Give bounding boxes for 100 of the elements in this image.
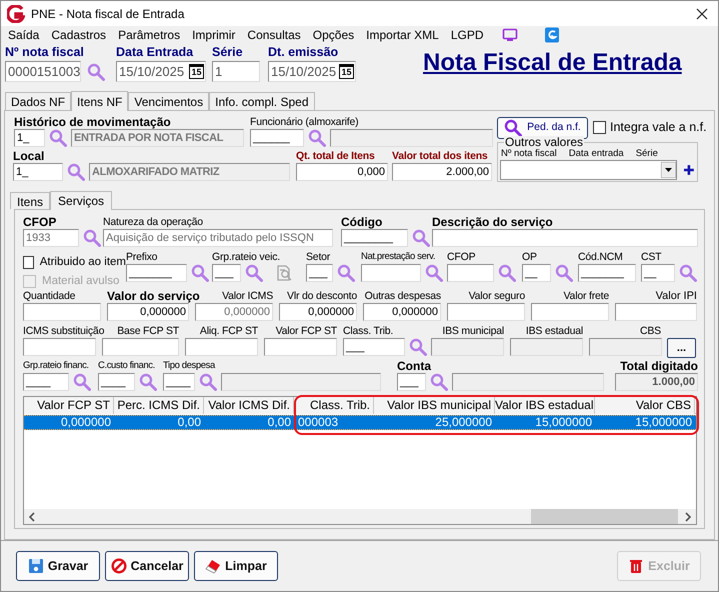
more-button[interactable]: ... [667, 338, 696, 358]
input-field[interactable]: ___ [397, 373, 426, 391]
menu-item[interactable]: Importar XML [366, 26, 439, 44]
input-field[interactable] [432, 229, 698, 247]
input-field[interactable]: 15/10/2025 15 [116, 61, 206, 82]
input-field[interactable]: ______ [250, 129, 304, 147]
input-field[interactable] [361, 264, 421, 282]
input-field[interactable] [447, 264, 494, 282]
input-field[interactable]: 15/10/2025 15 [268, 61, 356, 82]
input-field[interactable] [531, 303, 609, 321]
document-search-icon[interactable] [275, 264, 293, 282]
menu-item[interactable]: Cadastros [51, 26, 106, 44]
action-button[interactable]: Cancelar [105, 551, 189, 581]
column-label: Data entrada [568, 148, 624, 159]
input-field[interactable] [264, 338, 337, 356]
calendar-button[interactable]: 15 [339, 64, 354, 79]
menu-item[interactable]: Opções [312, 26, 354, 44]
input-field[interactable] [185, 338, 258, 356]
input-field[interactable]: 1_ [14, 129, 45, 147]
input-field[interactable]: 0,000 [296, 163, 388, 181]
search-icon[interactable] [430, 373, 448, 391]
readonly-field: 1.000,00 [615, 373, 698, 391]
column-header[interactable]: Valor IBS estadual [495, 397, 595, 414]
checkbox[interactable] [593, 120, 606, 134]
column-header[interactable]: Class. Trib. [294, 397, 374, 414]
input-field[interactable]: __ [522, 264, 551, 282]
search-icon[interactable] [245, 264, 263, 282]
close-icon[interactable] [695, 6, 709, 20]
field-label: CFOP [447, 250, 476, 264]
input-field[interactable] [102, 338, 179, 356]
tab[interactable]: Serviços [50, 191, 112, 210]
input-field[interactable] [447, 303, 525, 321]
action-button[interactable]: Limpar [194, 551, 278, 581]
dropdown-icon[interactable] [661, 162, 676, 178]
tab[interactable]: Itens NF [71, 91, 128, 111]
tab[interactable]: Vencimentos [128, 92, 210, 110]
input-field[interactable] [615, 303, 697, 321]
search-icon[interactable] [73, 373, 91, 391]
horizontal-scrollbar[interactable] [24, 509, 696, 524]
input-field[interactable]: ___ [343, 338, 405, 356]
dropdown-field[interactable] [500, 160, 678, 180]
search-icon[interactable] [49, 129, 67, 147]
search-icon[interactable] [139, 373, 157, 391]
app-logo-icon [7, 4, 25, 22]
search-icon[interactable] [555, 264, 573, 282]
input-field[interactable]: 1_ [13, 163, 63, 181]
menu-item[interactable]: Consultas [247, 26, 301, 44]
column-header[interactable]: Valor CBS [595, 397, 695, 414]
input-field[interactable]: 0,000000 [107, 303, 189, 321]
search-icon[interactable] [83, 229, 101, 247]
table-row[interactable]: 0,000000 0,00 0,00 000003 25,000000 15,000000 15,000000 [24, 415, 696, 430]
search-icon[interactable] [412, 229, 430, 247]
search-icon[interactable] [337, 264, 355, 282]
menu-item[interactable]: LGPD [450, 26, 484, 44]
field-label: Código [341, 215, 382, 229]
input-field[interactable]: 1933 [23, 229, 79, 247]
search-icon[interactable] [199, 373, 217, 391]
scrollbar-thumb[interactable] [531, 509, 678, 524]
add-icon[interactable] [683, 164, 695, 176]
input-field[interactable]: 1 [212, 61, 260, 82]
column-header[interactable]: Valor ICMS Dif. [204, 397, 294, 414]
input-field[interactable]: ____ [23, 373, 69, 391]
tab[interactable]: Itens [10, 192, 50, 209]
menu-item[interactable]: Saída [8, 26, 40, 44]
field-label: CST [641, 250, 662, 264]
input-field[interactable] [23, 338, 96, 356]
input-field[interactable]: Aquisição de serviço tributado pelo ISSQN [103, 229, 333, 247]
calendar-button[interactable]: 15 [189, 64, 204, 79]
menu-item[interactable]: Imprimir [192, 26, 236, 44]
input-field[interactable]: 0,000000 [195, 303, 273, 321]
input-field[interactable]: __ [641, 264, 675, 282]
column-header[interactable]: Valor FCP ST [24, 397, 114, 414]
input-field[interactable]: ____ [163, 373, 195, 391]
monitor-icon[interactable] [502, 28, 518, 42]
tab[interactable]: Info. compl. Sped [209, 92, 314, 110]
search-icon[interactable] [409, 338, 427, 356]
search-icon[interactable] [87, 62, 105, 80]
search-icon[interactable] [67, 163, 85, 181]
search-icon[interactable] [308, 129, 326, 147]
menu-item[interactable]: Parâmetros [118, 26, 180, 44]
column-header[interactable]: Valor IBS municipal [374, 397, 495, 414]
input-field[interactable]: ________ [341, 229, 408, 247]
input-field[interactable]: ___ [212, 264, 241, 282]
input-field[interactable]: ____ [98, 373, 135, 391]
input-field[interactable]: ___ [306, 264, 333, 282]
tab[interactable]: Dados NF [5, 92, 72, 110]
input-field[interactable]: _______ [578, 264, 636, 282]
input-field[interactable] [23, 303, 101, 321]
checkbox[interactable] [23, 256, 34, 270]
book-icon[interactable] [544, 27, 560, 43]
action-button[interactable]: Gravar [16, 551, 100, 581]
search-icon[interactable] [498, 264, 516, 282]
search-icon[interactable] [191, 264, 209, 282]
input-field[interactable]: 2.000,00 [392, 163, 492, 181]
search-icon[interactable] [679, 264, 697, 282]
search-icon[interactable] [425, 264, 443, 282]
column-header[interactable]: Perc. ICMS Dif. [114, 397, 204, 414]
input-field[interactable]: 0,000000 [279, 303, 357, 321]
input-field[interactable]: 0,000000 [363, 303, 441, 321]
input-field[interactable]: _______ [126, 264, 187, 282]
